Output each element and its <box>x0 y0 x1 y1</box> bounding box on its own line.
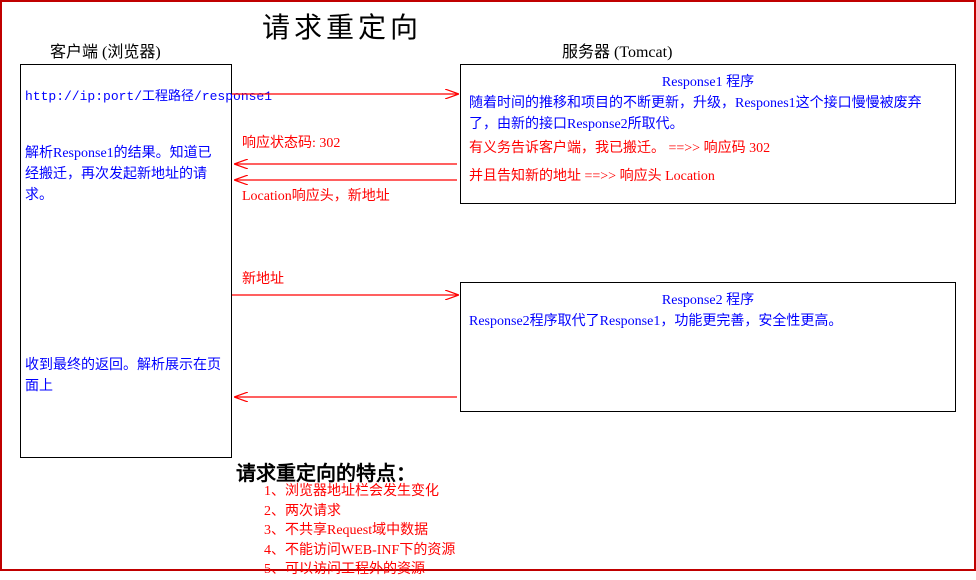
diagram-title: 请求重定向 <box>262 6 422 46</box>
features-list: 1、浏览器地址栏会发生变化 2、两次请求 3、不共享Request域中数据 4、… <box>264 482 455 580</box>
client-box: http://ip:port/工程路径/response1 解析Response… <box>20 64 232 458</box>
diagram-canvas: 请求重定向 客户端 (浏览器) 服务器 (Tomcat) http://ip:p… <box>0 0 976 571</box>
server-label: 服务器 (Tomcat) <box>562 38 672 62</box>
response1-box: Response1 程序 随着时间的推移和项目的不断更新，升级，Respones… <box>460 64 956 204</box>
response2-desc: Response2程序取代了Response1，功能更完善，安全性更高。 <box>469 311 949 332</box>
feature-item: 2、两次请求 <box>264 502 455 522</box>
feature-item: 5、可以访问工程外的资源 <box>264 560 455 580</box>
response1-desc: 随着时间的推移和项目的不断更新，升级，Respones1这个接口慢慢被废弃了，由… <box>469 93 949 135</box>
arrow-status-code-label: 响应状态码: 302 <box>242 132 340 152</box>
response1-tellnew: 并且告知新的地址 ==>> 响应头 Location <box>469 165 949 185</box>
feature-item: 3、不共享Request域中数据 <box>264 521 455 541</box>
arrow-new-addr-label: 新地址 <box>242 268 284 288</box>
client-final-text: 收到最终的返回。解析展示在页面上 <box>25 355 225 397</box>
response2-box: Response2 程序 Response2程序取代了Response1，功能更… <box>460 282 956 412</box>
feature-item: 4、不能访问WEB-INF下的资源 <box>264 541 455 561</box>
feature-item: 1、浏览器地址栏会发生变化 <box>264 482 455 502</box>
arrow-location-header-label: Location响应头，新地址 <box>242 185 390 205</box>
client-url: http://ip:port/工程路径/response1 <box>25 85 272 104</box>
response1-heading: Response1 程序 <box>461 71 955 91</box>
client-label: 客户端 (浏览器) <box>50 38 161 62</box>
response1-duty: 有义务告诉客户端，我已搬迁。 ==>> 响应码 302 <box>469 137 949 157</box>
client-parse-text: 解析Response1的结果。知道已经搬迁，再次发起新地址的请求。 <box>25 143 225 206</box>
response2-heading: Response2 程序 <box>461 289 955 309</box>
